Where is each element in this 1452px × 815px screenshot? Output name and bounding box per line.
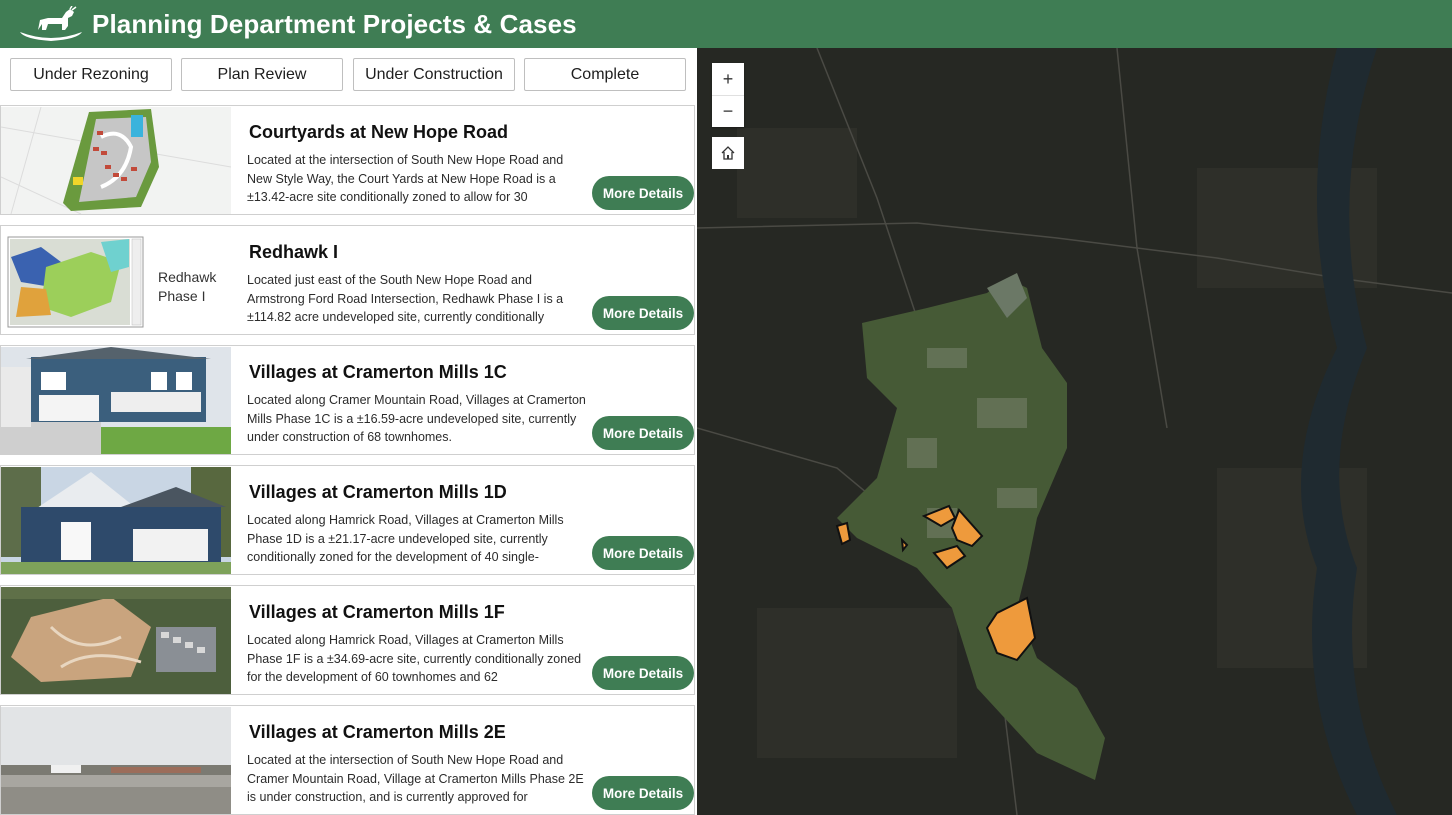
more-details-button[interactable]: More Details xyxy=(592,536,694,570)
filter-plan-review-button[interactable]: Plan Review xyxy=(181,58,343,91)
page-title: Planning Department Projects & Cases xyxy=(92,9,577,39)
project-thumbnail xyxy=(1,587,231,694)
satellite-map[interactable] xyxy=(697,48,1452,815)
home-icon xyxy=(721,146,735,160)
project-title: Courtyards at New Hope Road xyxy=(249,122,509,142)
zoom-control: + − xyxy=(712,63,744,127)
project-title: Villages at Cramerton Mills 2E xyxy=(249,722,506,742)
goat-canoe-logo-icon xyxy=(20,6,82,41)
more-details-button[interactable]: More Details xyxy=(592,776,694,810)
thumbnail-label: Phase I xyxy=(158,288,206,304)
more-details-button[interactable]: More Details xyxy=(592,416,694,450)
thumbnail-label: Redhawk xyxy=(158,269,217,285)
project-description: Located along Cramer Mountain Road, Vill… xyxy=(247,393,586,444)
project-title: Villages at Cramerton Mills 1C xyxy=(249,362,507,382)
filter-complete-button[interactable]: Complete xyxy=(524,58,686,91)
project-title: Villages at Cramerton Mills 1F xyxy=(249,602,505,622)
project-thumbnail xyxy=(1,347,231,454)
project-card[interactable]: Villages at Cramerton Mills 2E Located a… xyxy=(0,705,695,815)
project-description: Located along Hamrick Road, Villages at … xyxy=(247,513,564,564)
more-details-button[interactable]: More Details xyxy=(592,176,694,210)
project-card[interactable]: Redhawk Phase I Redhawk I Located just e… xyxy=(0,225,695,335)
project-card[interactable]: Villages at Cramerton Mills 1F Located a… xyxy=(0,585,695,695)
zoom-in-button[interactable]: + xyxy=(712,63,744,95)
project-thumbnail xyxy=(1,107,231,214)
more-details-button[interactable]: More Details xyxy=(592,656,694,690)
filter-bar: Under Rezoning Plan Review Under Constru… xyxy=(0,48,697,104)
project-description: Located at the intersection of South New… xyxy=(247,153,564,204)
project-card[interactable]: Villages at Cramerton Mills 1D Located a… xyxy=(0,465,695,575)
project-thumbnail xyxy=(1,707,231,814)
filter-under-construction-button[interactable]: Under Construction xyxy=(353,58,515,91)
zoom-out-button[interactable]: − xyxy=(712,95,744,127)
project-list-panel: Under Rezoning Plan Review Under Constru… xyxy=(0,48,697,815)
app-header: Planning Department Projects & Cases xyxy=(0,0,1452,48)
project-title: Villages at Cramerton Mills 1D xyxy=(249,482,507,502)
project-description: Located just east of the South New Hope … xyxy=(247,273,564,324)
project-thumbnail xyxy=(1,467,231,574)
project-card[interactable]: Courtyards at New Hope Road Located at t… xyxy=(0,105,695,215)
project-title: Redhawk I xyxy=(249,242,339,262)
map-view[interactable]: + − xyxy=(697,48,1452,815)
project-thumbnail: Redhawk Phase I xyxy=(1,227,231,334)
filter-under-rezoning-button[interactable]: Under Rezoning xyxy=(10,58,172,91)
home-button[interactable] xyxy=(712,137,744,169)
project-card[interactable]: Villages at Cramerton Mills 1C Located a… xyxy=(0,345,695,455)
project-description: Located at the intersection of South New… xyxy=(247,753,584,804)
project-description: Located along Hamrick Road, Villages at … xyxy=(247,633,582,684)
more-details-button[interactable]: More Details xyxy=(592,296,694,330)
